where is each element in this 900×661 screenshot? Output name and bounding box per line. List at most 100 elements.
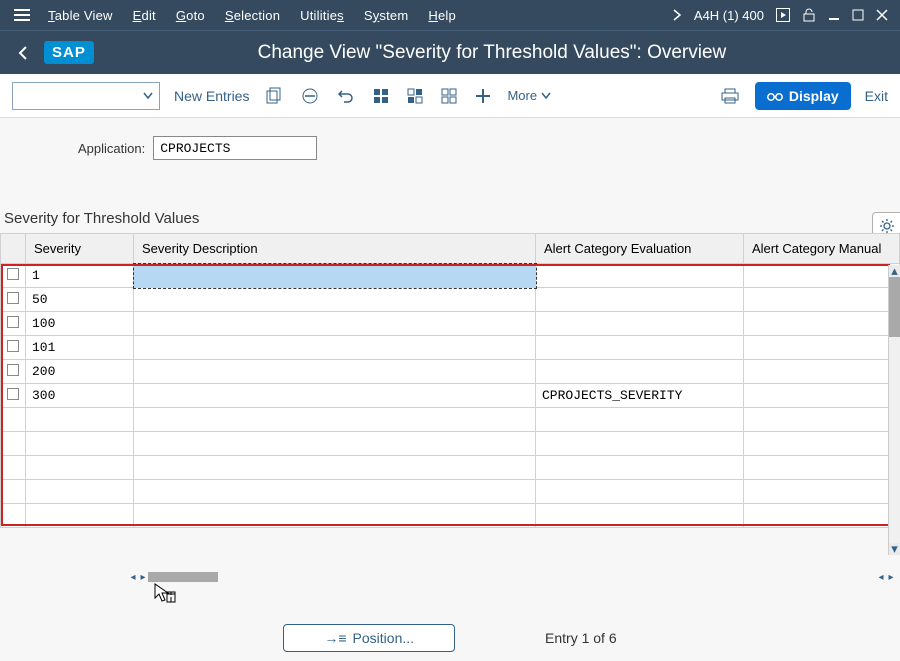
config-icon[interactable] [473,86,493,106]
cell-evaluation[interactable] [536,504,744,528]
minimize-icon[interactable] [828,9,840,21]
col-header-check[interactable] [1,234,26,264]
col-header-evaluation[interactable]: Alert Category Evaluation [536,234,744,264]
select-all-icon[interactable] [371,86,391,106]
scroll-right-icon[interactable]: ▸ [138,571,148,583]
print-icon[interactable] [719,86,741,106]
undo-icon[interactable] [335,86,357,106]
cell-evaluation[interactable] [536,360,744,384]
menu-selection[interactable]: Selection [215,8,290,23]
cell-description[interactable] [134,360,536,384]
cell-manual[interactable] [744,312,900,336]
table-row[interactable]: 200 [1,360,900,384]
cell-severity[interactable] [26,432,134,456]
play-icon[interactable] [776,8,790,22]
cell-manual[interactable] [744,504,900,528]
scroll-left-icon[interactable]: ◂ [128,571,138,583]
cell-severity[interactable]: 101 [26,336,134,360]
cell-manual[interactable] [744,408,900,432]
scroll-thumb[interactable] [889,277,900,337]
row-checkbox[interactable] [7,364,19,376]
display-button[interactable]: Display [755,82,851,110]
position-button[interactable]: →≡ Position... [283,624,455,652]
cell-evaluation[interactable] [536,480,744,504]
cell-manual[interactable] [744,336,900,360]
cell-severity[interactable]: 200 [26,360,134,384]
row-checkbox[interactable] [7,340,19,352]
cell-manual[interactable] [744,264,900,288]
cell-severity[interactable]: 1 [26,264,134,288]
search-forward-icon[interactable] [672,9,682,21]
maximize-icon[interactable] [852,9,864,21]
cell-description[interactable] [134,288,536,312]
cell-evaluation[interactable] [536,312,744,336]
cell-severity[interactable]: 300 [26,384,134,408]
menu-table-view[interactable]: Table View [38,8,123,23]
table-row[interactable] [1,456,900,480]
row-checkbox[interactable] [7,268,19,280]
cell-description[interactable] [134,432,536,456]
table-row[interactable] [1,504,900,528]
col-header-manual[interactable]: Alert Category Manual [744,234,900,264]
unlock-icon[interactable] [802,8,816,22]
cell-description[interactable] [134,312,536,336]
cell-evaluation[interactable] [536,264,744,288]
hscroll-thumb[interactable] [148,572,218,582]
row-checkbox[interactable] [7,388,19,400]
scroll-down-icon[interactable]: ▾ [889,543,900,555]
scroll-track[interactable] [889,337,900,543]
cell-evaluation[interactable] [536,288,744,312]
menu-goto[interactable]: Goto [166,8,215,23]
table-row[interactable] [1,480,900,504]
cell-manual[interactable] [744,456,900,480]
scroll-up-icon[interactable]: ▴ [889,265,900,277]
back-button[interactable] [10,41,36,65]
cell-description[interactable] [134,456,536,480]
close-window-icon[interactable] [876,9,888,21]
select-block-icon[interactable] [405,86,425,106]
row-checkbox[interactable] [7,316,19,328]
exit-button[interactable]: Exit [865,88,888,104]
table-row[interactable]: 50 [1,288,900,312]
cell-manual[interactable] [744,360,900,384]
vertical-scrollbar[interactable]: ▴ ▾ [888,265,900,555]
cell-description[interactable] [134,480,536,504]
table-row[interactable]: 300 CPROJECTS_SEVERITY [1,384,900,408]
new-entries-button[interactable]: New Entries [174,88,249,104]
copy-as-icon[interactable] [263,85,285,107]
menu-edit[interactable]: Edit [123,8,166,23]
cell-severity[interactable] [26,408,134,432]
more-button[interactable]: More [507,88,551,103]
cell-description[interactable] [134,264,536,288]
cell-description[interactable] [134,504,536,528]
cell-severity[interactable]: 50 [26,288,134,312]
view-selector[interactable] [12,82,160,110]
cell-description[interactable] [134,384,536,408]
application-field[interactable] [153,136,317,160]
cell-severity[interactable]: 100 [26,312,134,336]
col-header-description[interactable]: Severity Description [134,234,536,264]
cell-evaluation[interactable] [536,336,744,360]
scroll-right-icon[interactable]: ▸ [886,571,896,583]
cell-manual[interactable] [744,288,900,312]
cell-evaluation[interactable] [536,432,744,456]
table-row[interactable] [1,432,900,456]
cell-evaluation[interactable] [536,456,744,480]
deselect-all-icon[interactable] [439,86,459,106]
cell-description[interactable] [134,408,536,432]
table-row[interactable] [1,408,900,432]
delete-icon[interactable] [299,85,321,107]
table-row[interactable]: 101 [1,336,900,360]
table-row[interactable]: 1 [1,264,900,288]
cell-evaluation[interactable] [536,408,744,432]
menu-utilities[interactable]: Utilities [290,8,354,23]
menu-system[interactable]: System [354,8,419,23]
cell-manual[interactable] [744,432,900,456]
cell-evaluation[interactable]: CPROJECTS_SEVERITY [536,384,744,408]
scroll-left-icon[interactable]: ◂ [876,571,886,583]
cell-severity[interactable] [26,480,134,504]
col-header-severity[interactable]: Severity [26,234,134,264]
menu-help[interactable]: Help [418,8,466,23]
table-row[interactable]: 100 [1,312,900,336]
cell-manual[interactable] [744,480,900,504]
